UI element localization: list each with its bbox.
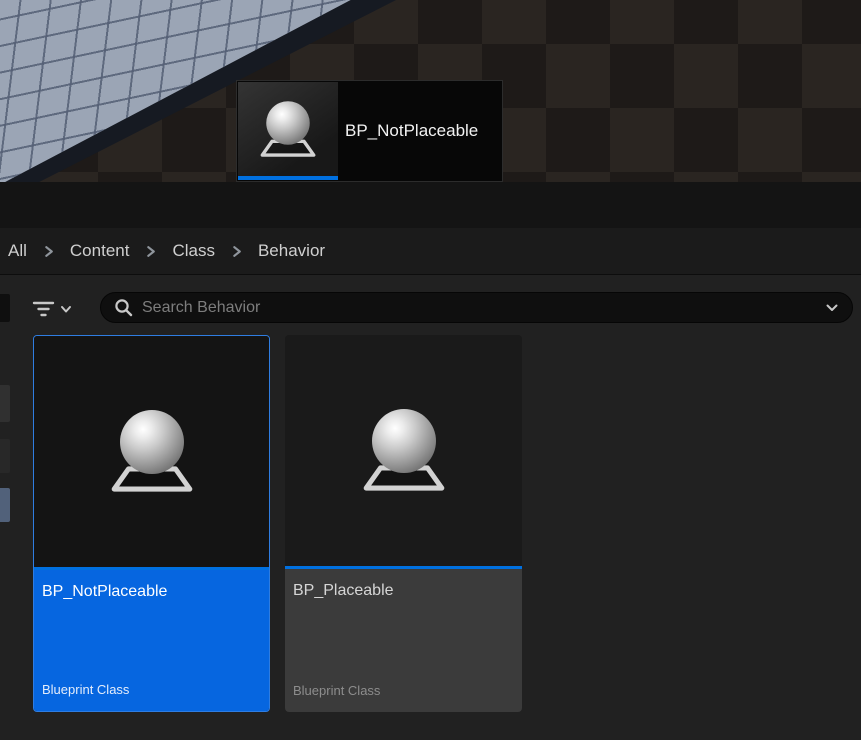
- breadcrumb-item-class[interactable]: Class: [172, 241, 215, 261]
- search-input[interactable]: [142, 299, 816, 317]
- search-dropdown-button[interactable]: [825, 302, 839, 313]
- chevron-right-icon: [144, 245, 157, 258]
- asset-thumbnail: [285, 335, 522, 566]
- asset-color-bar: [238, 176, 338, 180]
- filter-button[interactable]: [32, 293, 90, 324]
- collapsed-source-item-2[interactable]: [0, 439, 10, 473]
- drag-preview-tooltip: BP_NotPlaceable: [236, 80, 503, 182]
- chevron-down-icon: [825, 302, 839, 313]
- chevron-right-icon: [42, 245, 55, 258]
- content-browser-body: BP_NotPlaceable Blueprint Class BP_Place…: [0, 275, 861, 740]
- breadcrumb-item-content[interactable]: Content: [70, 241, 130, 261]
- asset-name: BP_Placeable: [293, 582, 514, 600]
- content-browser-header-band: [0, 182, 861, 228]
- breadcrumb-item-behavior[interactable]: Behavior: [258, 241, 325, 261]
- blueprint-thumbnail: [259, 101, 316, 157]
- breadcrumb-item-all[interactable]: All: [8, 241, 27, 261]
- unreal-editor: BP_NotPlaceable All Content Class Behavi…: [0, 0, 861, 740]
- filter-icon: [32, 300, 55, 318]
- breadcrumb: All Content Class Behavior: [0, 228, 861, 275]
- asset-thumbnail: [34, 336, 269, 567]
- sphere-icon: [372, 409, 436, 473]
- collapsed-source-item-selected[interactable]: [0, 488, 10, 522]
- chevron-down-icon: [60, 304, 72, 314]
- blueprint-thumbnail: [110, 410, 194, 493]
- collapsed-source-item-1[interactable]: [0, 385, 10, 422]
- collapsed-panel-edge: [0, 294, 10, 322]
- chevron-right-icon: [230, 245, 243, 258]
- asset-label-area: BP_Placeable Blueprint Class: [285, 569, 522, 712]
- sphere-icon: [120, 410, 184, 474]
- asset-tile-bp-notplaceable[interactable]: BP_NotPlaceable Blueprint Class: [33, 335, 270, 712]
- drag-preview-label: BP_NotPlaceable: [345, 81, 478, 181]
- drag-preview-thumbnail: [238, 82, 338, 177]
- asset-name: BP_NotPlaceable: [42, 583, 261, 601]
- asset-type: Blueprint Class: [42, 682, 261, 697]
- search-icon: [114, 298, 133, 317]
- asset-tile-bp-placeable[interactable]: BP_Placeable Blueprint Class: [285, 335, 522, 712]
- blueprint-thumbnail: [362, 409, 446, 492]
- asset-label-area: BP_NotPlaceable Blueprint Class: [34, 570, 269, 711]
- search-bar: [100, 292, 853, 323]
- asset-type: Blueprint Class: [293, 683, 514, 698]
- sphere-icon: [266, 101, 310, 145]
- level-viewport[interactable]: BP_NotPlaceable: [0, 0, 861, 182]
